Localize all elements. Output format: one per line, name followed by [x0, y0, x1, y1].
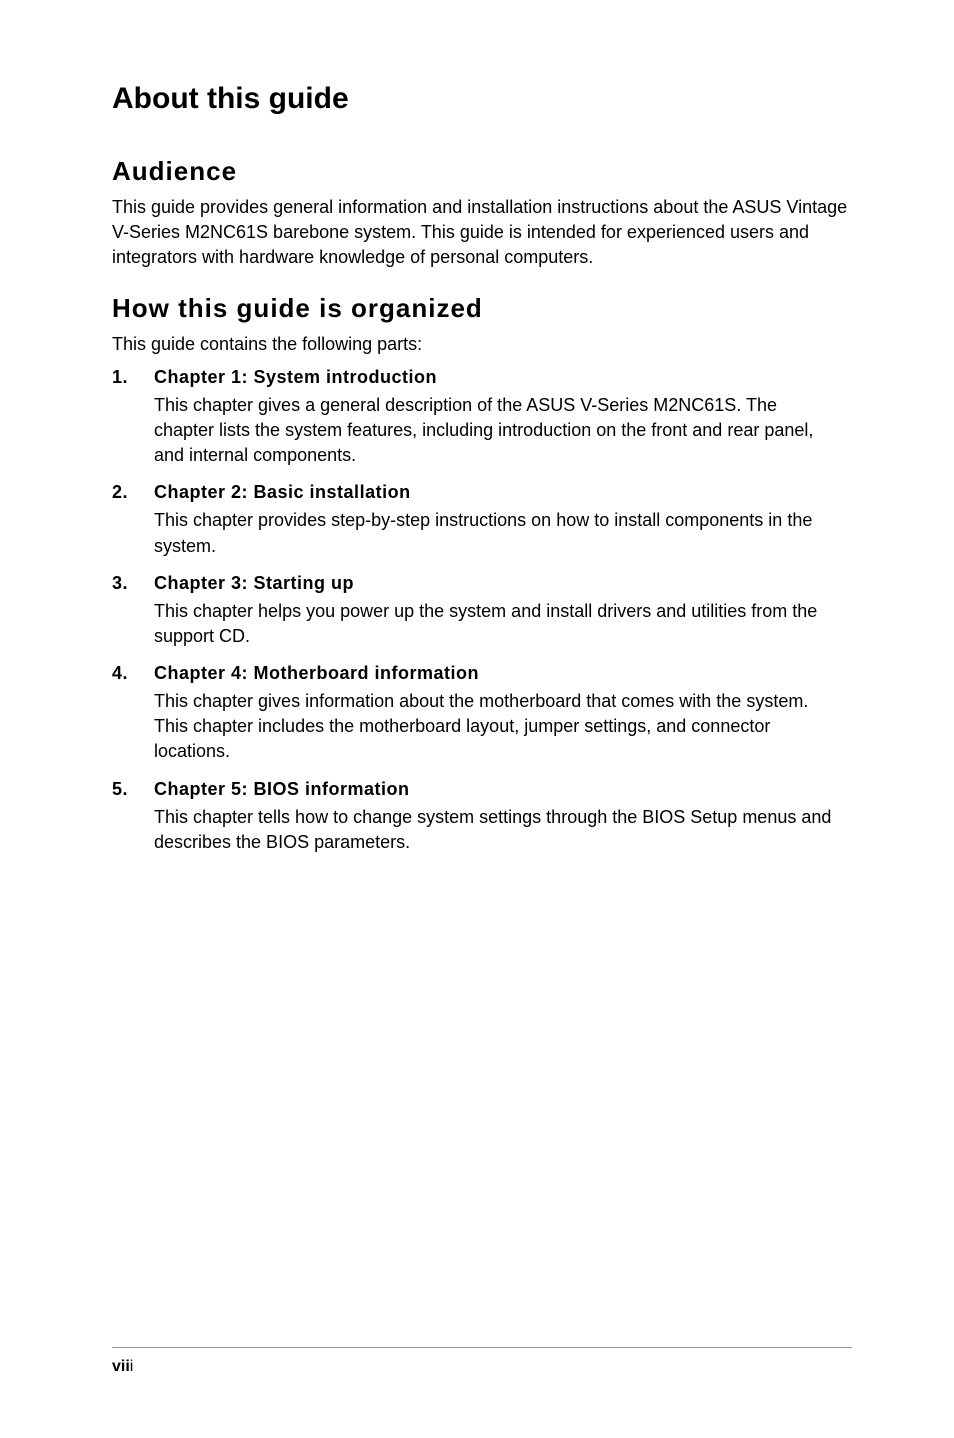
- audience-heading: Audience: [112, 156, 852, 187]
- chapter-desc: This chapter gives a general description…: [154, 393, 852, 469]
- chapter-num: 3.: [112, 573, 154, 594]
- chapter-desc: This chapter gives information about the…: [154, 689, 852, 765]
- chapter-num: 1.: [112, 367, 154, 388]
- chapter-title: Chapter 2: Basic installation: [154, 482, 411, 503]
- chapter-desc: This chapter tells how to change system …: [154, 805, 852, 855]
- page-footer: viii: [112, 1347, 852, 1376]
- chapter-num: 4.: [112, 663, 154, 684]
- chapter-desc: This chapter provides step-by-step instr…: [154, 508, 852, 558]
- chapter-title: Chapter 5: BIOS information: [154, 779, 410, 800]
- chapter-title: Chapter 1: System introduction: [154, 367, 437, 388]
- chapter-1: 1. Chapter 1: System introduction This c…: [112, 367, 852, 469]
- chapter-4: 4. Chapter 4: Motherboard information Th…: [112, 663, 852, 765]
- chapter-5: 5. Chapter 5: BIOS information This chap…: [112, 779, 852, 855]
- audience-body: This guide provides general information …: [112, 195, 852, 271]
- chapter-title: Chapter 3: Starting up: [154, 573, 354, 594]
- organized-heading: How this guide is organized: [112, 293, 852, 324]
- chapter-title: Chapter 4: Motherboard information: [154, 663, 479, 684]
- organized-intro: This guide contains the following parts:: [112, 332, 852, 357]
- page-number: viii: [112, 1358, 133, 1375]
- chapter-num: 5.: [112, 779, 154, 800]
- chapter-2: 2. Chapter 2: Basic installation This ch…: [112, 482, 852, 558]
- chapter-num: 2.: [112, 482, 154, 503]
- chapter-desc: This chapter helps you power up the syst…: [154, 599, 852, 649]
- page-title: About this guide: [112, 82, 852, 116]
- chapter-3: 3. Chapter 3: Starting up This chapter h…: [112, 573, 852, 649]
